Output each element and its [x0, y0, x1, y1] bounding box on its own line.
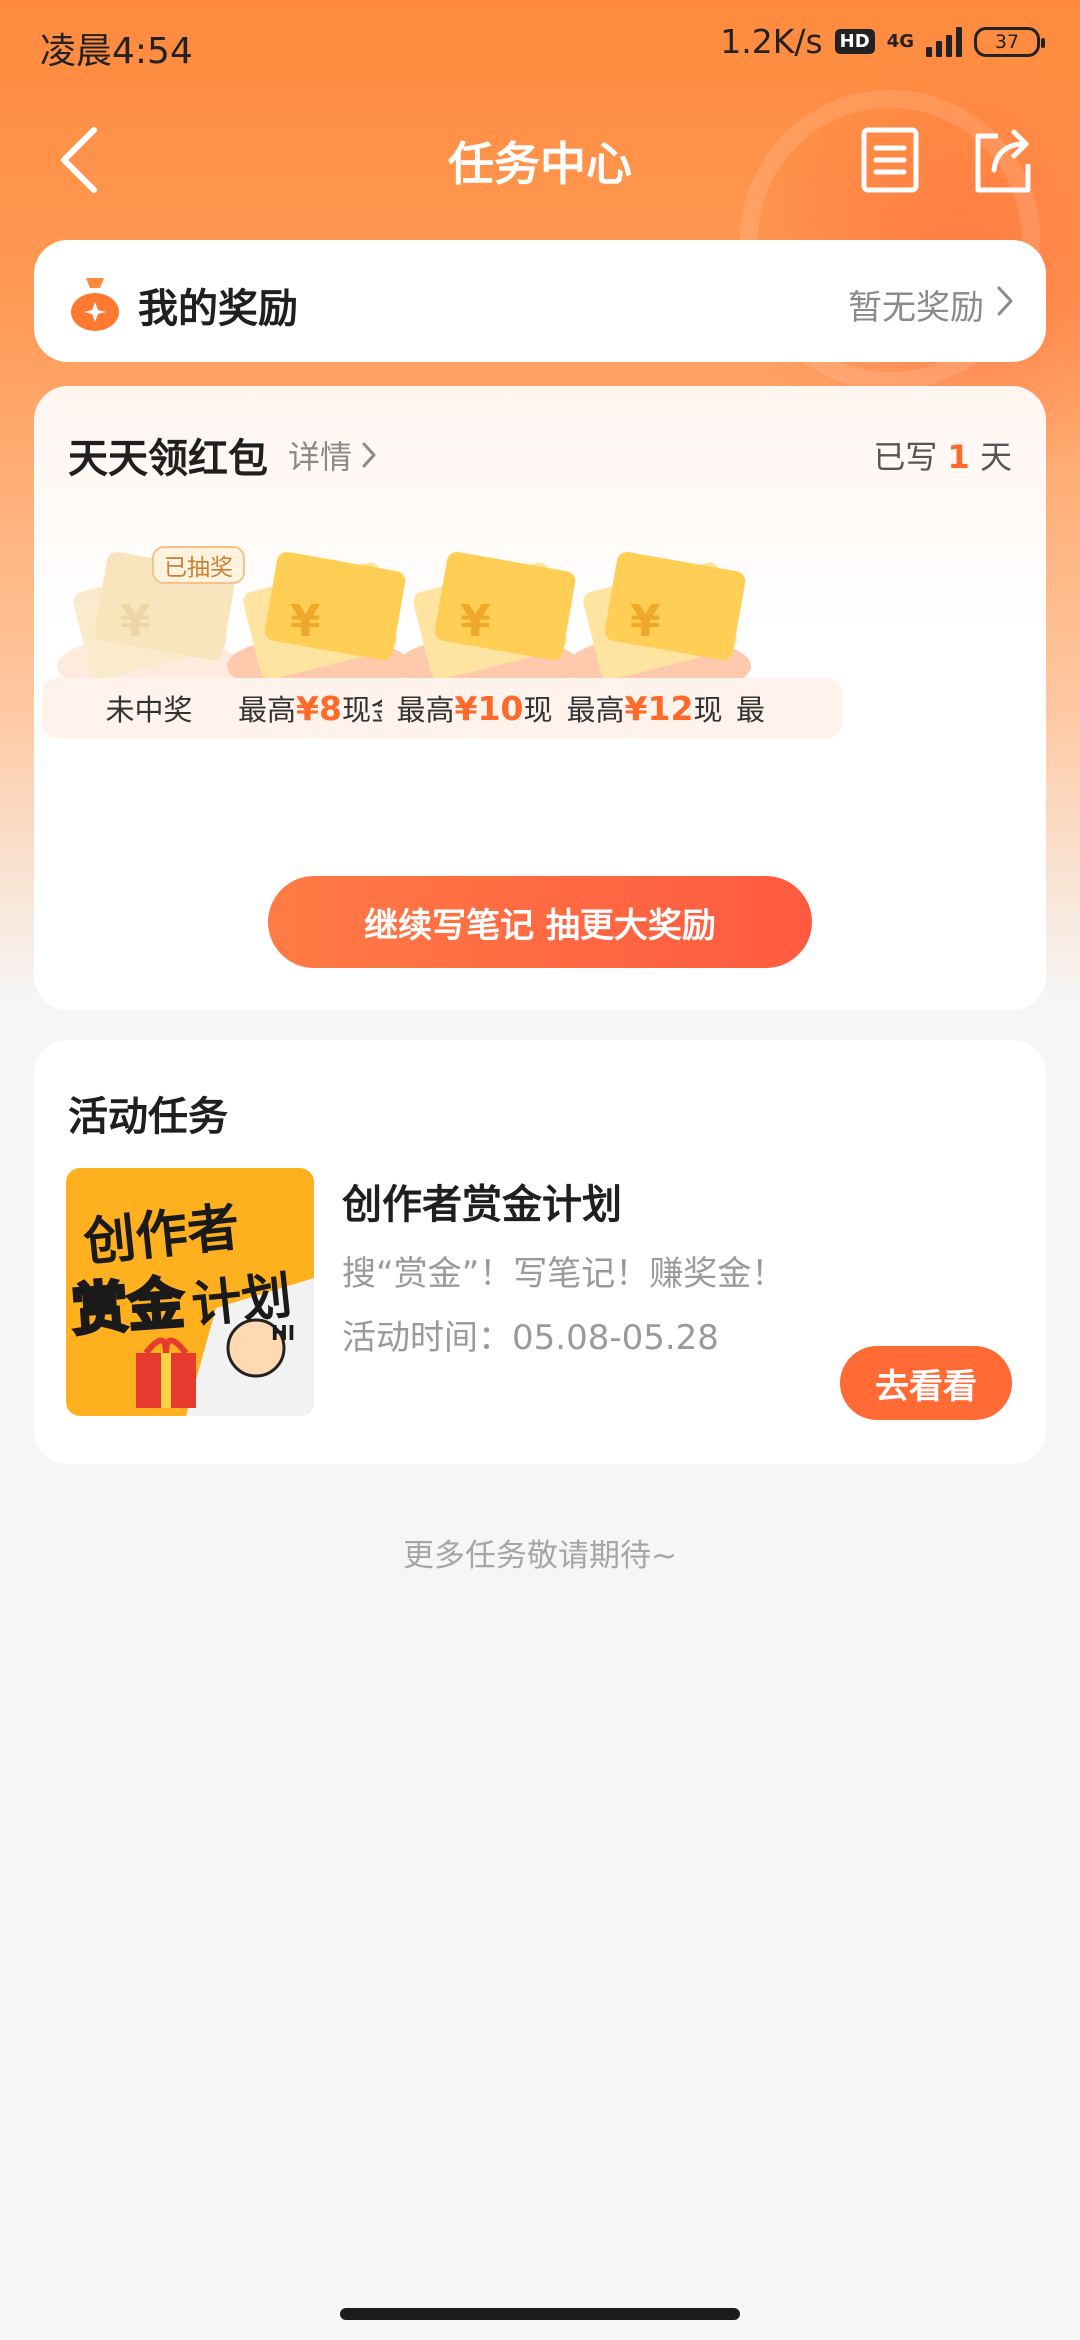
task-time: 活动时间：05.08-05.28	[342, 1318, 719, 1358]
written-days: 1	[947, 438, 970, 476]
document-list-icon[interactable]	[858, 120, 922, 200]
written-prefix: 已写	[873, 438, 938, 476]
prize-prefix: 最	[736, 693, 766, 727]
task-description: 搜“赏金”！写笔记！赚奖金！	[342, 1254, 786, 1294]
chevron-right-icon	[362, 442, 376, 468]
rewards-status: 暂无奖励	[848, 288, 984, 328]
continue-writing-button[interactable]: 继续写笔记 抽更大奖励	[268, 876, 812, 968]
go-see-button[interactable]: 去看看	[840, 1346, 1012, 1420]
more-tasks-note: 更多任务敬请期待~	[403, 1538, 677, 1574]
battery-icon: 37	[974, 26, 1045, 57]
svg-text:¥: ¥	[460, 596, 491, 647]
status-bar: 凌晨4:54 1.2K/s HD 4G 37	[0, 0, 1080, 90]
net-speed: 1.2K/s	[720, 22, 823, 61]
home-indicator[interactable]	[340, 2308, 740, 2320]
task-thumbnail[interactable]: 创作者 赏金 计划 HI	[66, 1168, 314, 1416]
prize-amount: 10	[477, 688, 524, 728]
prize-currency: ¥	[296, 688, 319, 728]
svg-text:¥: ¥	[630, 596, 661, 647]
activity-tasks-card: 活动任务 创作者 赏金 计划 HI 创作者赏金计划 搜“赏金”！写笔记！赚奖金！…	[34, 1040, 1046, 1464]
activity-section-title: 活动任务	[68, 1094, 228, 1140]
prize-prefix: 最高	[396, 693, 455, 727]
signal-icon	[926, 26, 962, 57]
daily-title: 天天领红包	[68, 436, 268, 482]
nav-bar: 任务中心	[0, 110, 1080, 210]
milestone-prize-label: 最	[722, 678, 842, 738]
thumb-text-line2a: 赏金	[70, 1271, 187, 1344]
svg-text:¥: ¥	[290, 596, 321, 647]
share-icon[interactable]	[970, 120, 1034, 200]
my-rewards-card[interactable]: 我的奖励 暂无奖励	[34, 240, 1046, 362]
chevron-right-icon	[997, 286, 1013, 316]
money-bag-icon	[71, 278, 119, 331]
prize-amount: 12	[647, 688, 694, 728]
prize-amount: 8	[319, 688, 342, 728]
days-written: 已写 1 天	[873, 432, 1012, 478]
status-indicators: 1.2K/s HD 4G 37	[720, 22, 1045, 61]
network-type: 4G	[886, 30, 914, 52]
thumb-hi: HI	[271, 1321, 295, 1345]
status-time: 凌晨4:54	[40, 31, 193, 72]
prize-currency: ¥	[624, 688, 648, 728]
milestone-item-partial[interactable]: 最	[722, 526, 936, 826]
battery-level: 37	[994, 30, 1020, 53]
network-label: 4G	[886, 30, 914, 52]
details-link[interactable]: 详情	[288, 432, 378, 478]
prize-currency: ¥	[454, 688, 478, 728]
details-label: 详情	[288, 438, 353, 476]
svg-text:¥: ¥	[120, 596, 151, 647]
milestone-track: ¥ 已抽奖 未中奖 ¥ 最高 ¥8 现金 ¥ 最高 ¥ 10 ¥ 最高 ¥ 12…	[34, 526, 1046, 866]
hd-icon: HD	[834, 29, 875, 54]
prize-result: 未中奖	[105, 693, 193, 727]
task-name: 创作者赏金计划	[342, 1182, 622, 1228]
prize-prefix: 最高	[238, 693, 297, 727]
written-suffix: 天	[979, 438, 1012, 476]
daily-red-packet-card: 天天领红包 详情 已写 1 天 ¥ 已抽奖 未中奖 ¥ 最高 ¥ 8 现金 ¥ …	[34, 386, 1046, 1010]
my-rewards-title: 我的奖励	[138, 286, 298, 332]
prize-prefix: 最高	[566, 693, 625, 727]
